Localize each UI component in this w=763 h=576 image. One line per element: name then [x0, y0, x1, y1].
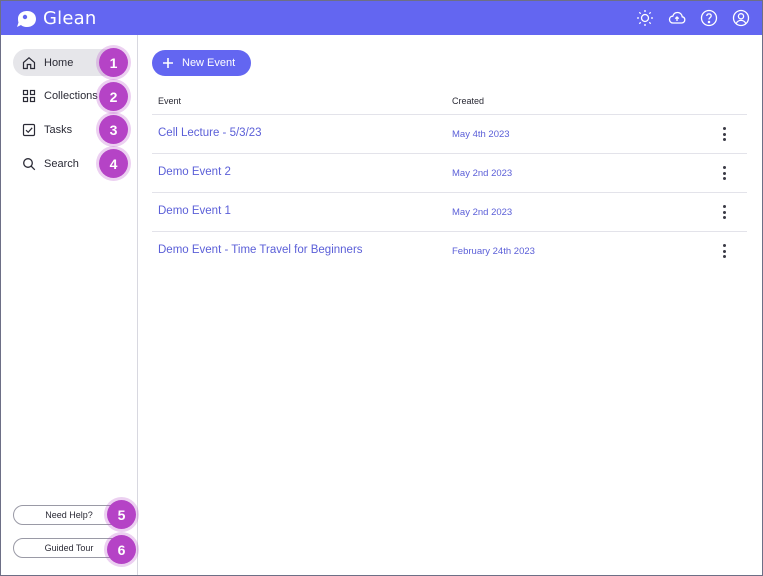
divider	[152, 231, 747, 232]
help-icon[interactable]	[700, 9, 718, 27]
sun-icon[interactable]	[636, 9, 654, 27]
plus-icon	[163, 58, 173, 68]
more-options-icon[interactable]	[719, 166, 729, 180]
event-name-link[interactable]: Demo Event 2	[158, 166, 231, 178]
user-icon[interactable]	[732, 9, 750, 27]
column-header-event: Event	[158, 96, 182, 106]
sidebar-item-label: Collections	[44, 89, 98, 102]
event-created-date: May 2nd 2023	[452, 207, 513, 218]
sidebar-item-label: Home	[44, 56, 74, 69]
new-event-label: New Event	[182, 57, 236, 69]
sidebar: Home Collections Tasks Search 1 2 3 4 Ne…	[1, 35, 138, 575]
new-event-button[interactable]: New Event	[152, 50, 251, 76]
event-created-date: February 24th 2023	[452, 246, 535, 257]
step-badge: 6	[107, 535, 136, 564]
top-actions	[636, 9, 750, 27]
more-options-icon[interactable]	[719, 244, 729, 258]
grid-icon	[22, 89, 36, 102]
app-window: Glean Home Collections Tasks Search 1 2 …	[0, 0, 763, 576]
step-badge: 1	[99, 48, 128, 77]
divider	[152, 192, 747, 193]
divider	[152, 114, 747, 115]
cloud-icon[interactable]	[668, 9, 686, 27]
more-options-icon[interactable]	[719, 205, 729, 219]
event-created-date: May 4th 2023	[452, 129, 510, 140]
checkbox-icon	[22, 123, 36, 136]
search-icon	[23, 157, 36, 170]
column-header-created: Created	[452, 96, 485, 106]
home-icon	[22, 56, 36, 69]
event-created-date: May 2nd 2023	[452, 168, 513, 179]
sidebar-item-label: Search	[44, 157, 79, 170]
event-name-link[interactable]: Demo Event - Time Travel for Beginners	[158, 244, 363, 256]
event-name-link[interactable]: Cell Lecture - 5/3/23	[158, 127, 262, 139]
sidebar-item-label: Tasks	[44, 123, 73, 136]
top-bar: Glean	[1, 1, 762, 35]
step-badge: 3	[99, 115, 128, 144]
glean-logo-icon	[17, 10, 36, 27]
app-name: Glean	[43, 8, 97, 29]
step-badge: 2	[99, 82, 128, 111]
app-logo[interactable]: Glean	[15, 8, 96, 29]
step-badge: 4	[99, 149, 128, 178]
event-name-link[interactable]: Demo Event 1	[158, 205, 231, 217]
more-options-icon[interactable]	[719, 127, 729, 141]
step-badge: 5	[107, 500, 136, 529]
divider	[152, 153, 747, 154]
